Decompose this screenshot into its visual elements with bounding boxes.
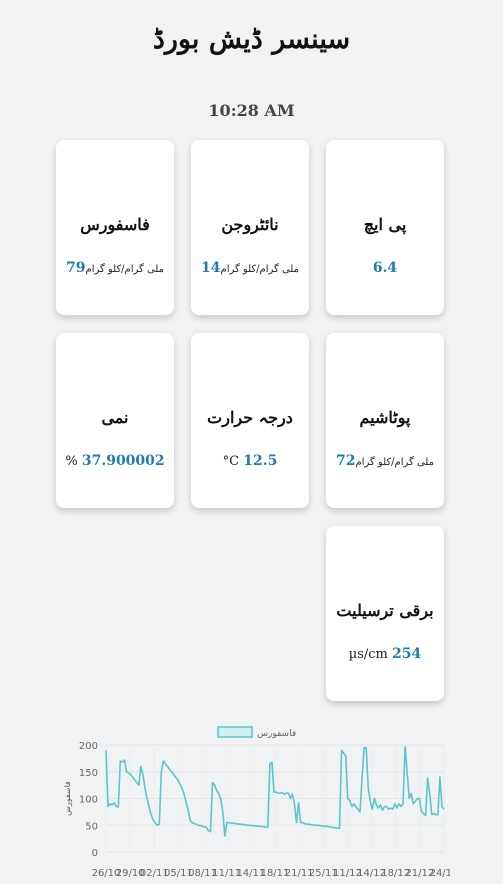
card-unit: °C (222, 454, 240, 469)
card-unit: µs/cm (348, 647, 388, 662)
y-axis-label: فاسفورس (63, 781, 72, 816)
card-label: نائٹروجن (221, 215, 279, 234)
card-label: فاسفورس (80, 215, 150, 234)
card-unit: % (65, 454, 78, 469)
phosphorus-chart: 05010015020026/1029/1002/1105/1108/1111/… (63, 726, 450, 879)
card-label: پوٹاشیم (359, 408, 411, 427)
card-label: پی ایچ (363, 215, 407, 234)
card-value: 79 (66, 260, 86, 276)
y-tick-label: 0 (92, 848, 98, 859)
card-temperature: درجہ حرارت °C 12.5 (191, 333, 309, 508)
legend-swatch (217, 726, 253, 738)
card-nitrogen: نائٹروجن ملی گرام/کلو گرام14 (191, 140, 309, 315)
card-value: 254 (392, 646, 422, 662)
x-tick-label: 24/12 (430, 868, 450, 879)
card-ph: پی ایچ 6.4 (326, 140, 444, 315)
card-phosphorus: فاسفورس ملی گرام/کلو گرام79 (56, 140, 174, 315)
card-potassium: پوٹاشیم ملی گرام/کلو گرام72 (326, 333, 444, 508)
card-label: برقی ترسیلیت (336, 601, 434, 620)
y-tick-label: 200 (79, 741, 98, 752)
card-value: 12.5 (243, 453, 278, 469)
y-tick-label: 50 (85, 821, 98, 832)
dashboard-title: سینسر ڈیش بورڈ (152, 24, 351, 55)
card-value: 14 (201, 260, 221, 276)
card-unit: ملی گرام/کلو گرام (220, 264, 299, 275)
card-unit: ملی گرام/کلو گرام (355, 457, 434, 468)
card-label: درجہ حرارت (207, 408, 293, 427)
legend-label: فاسفورس (257, 729, 296, 739)
y-tick-label: 150 (79, 768, 98, 779)
card-label: نمی (101, 408, 129, 427)
card-conductivity: برقی ترسیلیت µs/cm 254 (326, 526, 444, 701)
card-unit: ملی گرام/کلو گرام (85, 264, 164, 275)
clock-time: 10:28 AM (208, 101, 295, 120)
card-value: 37.900002 (81, 453, 165, 469)
y-tick-label: 100 (79, 795, 98, 806)
card-humidity: نمی % 37.900002 (56, 333, 174, 508)
card-value: 6.4 (372, 260, 398, 276)
card-value: 72 (336, 453, 356, 469)
